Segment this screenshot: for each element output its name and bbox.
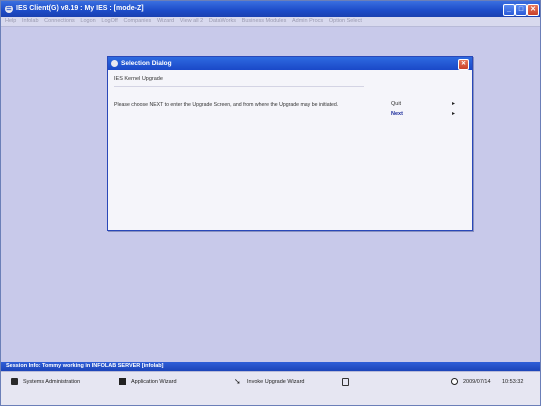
dialog-close-button[interactable]: ✕ (458, 59, 469, 70)
document-icon (342, 377, 349, 386)
invoke-upgrade-wizard-button[interactable]: ➘ Invoke Upgrade Wizard (234, 377, 304, 387)
application-wizard-button[interactable]: Application Wizard (119, 377, 177, 387)
dialog-heading: IES Kernel Upgrade (114, 76, 163, 82)
time-text: 10:53:32 (502, 379, 524, 385)
quit-option[interactable]: Quit (391, 101, 401, 107)
clock-icon (451, 378, 458, 386)
document-button[interactable] (342, 377, 354, 387)
bottom-toolbar: Systems Administration Application Wizar… (1, 371, 540, 392)
book-icon (11, 378, 18, 386)
dialog-separator (114, 86, 364, 87)
menu-item-companies[interactable]: Companies (123, 17, 151, 26)
title-bar[interactable]: ☰ IES Client(G) v8.19 : My IES : [mode-Z… (1, 1, 540, 17)
dialog-message: Please choose NEXT to enter the Upgrade … (114, 102, 339, 108)
menu-item-dataworks[interactable]: DataWorks (209, 17, 236, 26)
maximize-button[interactable]: □ (515, 4, 527, 16)
menu-item-logoff[interactable]: LogOff (101, 17, 117, 26)
window-title: IES Client(G) v8.19 : My IES : [mode-Z] (16, 5, 144, 12)
wizard-icon (119, 378, 126, 386)
application-wizard-label: Application Wizard (131, 379, 177, 385)
menu-bar: Help Infolab Connections Logon LogOff Co… (1, 17, 540, 27)
session-info-text: Session Info: Tommy working in INFOLAB S… (6, 363, 164, 369)
menu-item-infolab[interactable]: Infolab (22, 17, 39, 26)
menu-item-wizard[interactable]: Wizard (157, 17, 174, 26)
dialog-app-icon (111, 60, 118, 67)
menu-item-connections[interactable]: Connections (44, 17, 75, 26)
date-text: 2009/07/14 (463, 379, 491, 385)
menu-item-business-modules[interactable]: Business Modules (242, 17, 287, 26)
menu-item-help[interactable]: Help (5, 17, 16, 26)
menu-item-logon[interactable]: Logon (80, 17, 95, 26)
app-window: ☰ IES Client(G) v8.19 : My IES : [mode-Z… (0, 0, 541, 406)
arrow-icon: ➘ (234, 377, 241, 387)
dialog-title: Selection Dialog (121, 60, 172, 67)
next-arrow-icon[interactable]: ▸ (452, 110, 455, 117)
session-info-bar: Session Info: Tommy working in INFOLAB S… (1, 362, 540, 371)
close-button[interactable]: ✕ (527, 4, 539, 16)
dialog-title-bar[interactable]: Selection Dialog ✕ (108, 57, 472, 70)
menu-item-admin-procs[interactable]: Admin Procs (292, 17, 323, 26)
selection-dialog: Selection Dialog ✕ IES Kernel Upgrade Pl… (107, 56, 473, 231)
minimize-button[interactable]: _ (503, 4, 515, 16)
menu-item-option-select[interactable]: Option Select (329, 17, 362, 26)
menu-item-view-all[interactable]: View all 2 (180, 17, 203, 26)
systems-administration-label: Systems Administration (23, 379, 81, 385)
bottom-strip (1, 392, 540, 405)
quit-arrow-icon[interactable]: ▸ (452, 100, 455, 107)
systems-administration-button[interactable]: Systems Administration (11, 377, 80, 387)
invoke-upgrade-wizard-label: Invoke Upgrade Wizard (247, 379, 305, 385)
clock-display: 2009/07/14 (451, 377, 491, 387)
app-icon: ☰ (5, 5, 13, 13)
next-option[interactable]: Next (391, 111, 403, 117)
